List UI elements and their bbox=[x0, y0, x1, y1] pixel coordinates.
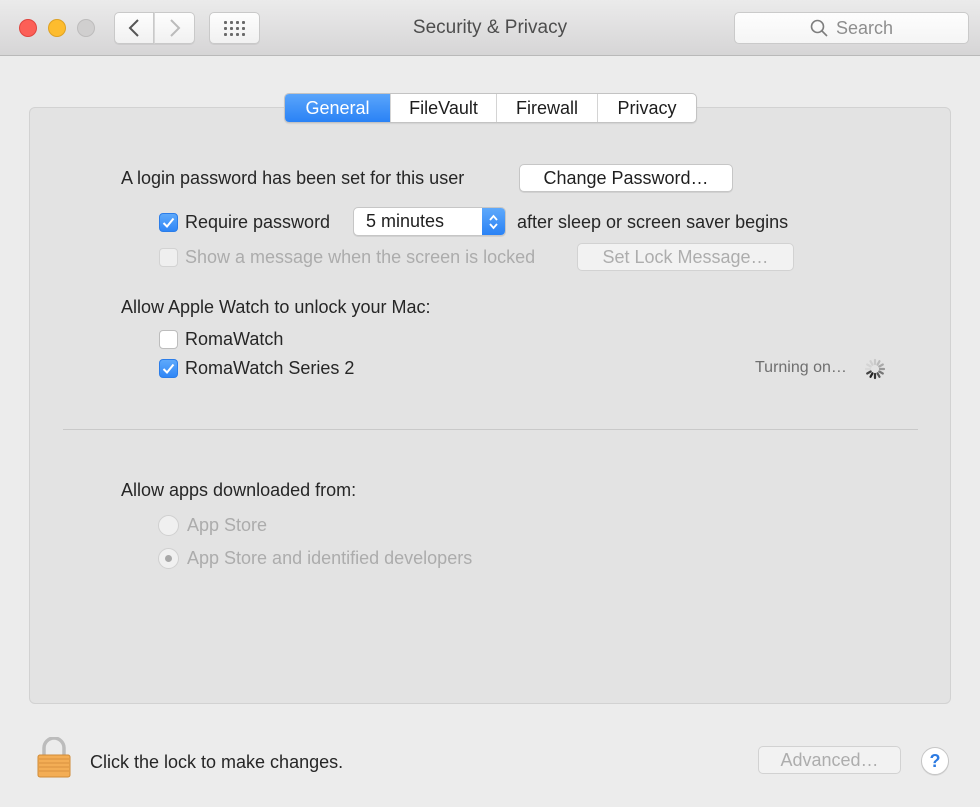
change-password-button[interactable]: Change Password… bbox=[519, 164, 733, 192]
updown-arrows-icon bbox=[482, 208, 505, 235]
apple-watch-heading: Allow Apple Watch to unlock your Mac: bbox=[121, 297, 431, 317]
romawatch-series2-checkbox[interactable] bbox=[159, 359, 178, 378]
require-password-checkbox[interactable] bbox=[159, 213, 178, 232]
tab-firewall[interactable]: Firewall bbox=[496, 94, 597, 122]
downloads-heading: Allow apps downloaded from: bbox=[121, 480, 357, 500]
require-password-label: Require password bbox=[185, 212, 331, 232]
search-placeholder: Search bbox=[835, 17, 894, 38]
set-lock-message-button[interactable]: Set Lock Message… bbox=[577, 243, 794, 271]
loading-spinner-icon bbox=[864, 358, 886, 380]
advanced-button[interactable]: Advanced… bbox=[758, 746, 901, 774]
search-icon bbox=[810, 19, 828, 37]
show-message-label: Show a message when the screen is locked bbox=[185, 247, 536, 267]
app-store-label: App Store bbox=[187, 515, 268, 535]
require-password-suffix: after sleep or screen saver begins bbox=[517, 212, 789, 232]
radio-selected-dot bbox=[165, 555, 172, 562]
tab-privacy[interactable]: Privacy bbox=[597, 94, 696, 122]
identified-developers-radio[interactable] bbox=[158, 548, 179, 569]
help-button[interactable]: ? bbox=[921, 747, 949, 775]
search-input[interactable]: Search bbox=[734, 12, 969, 44]
identified-developers-label: App Store and identified developers bbox=[187, 548, 473, 568]
password-delay-value: 5 minutes bbox=[366, 211, 445, 231]
checkmark-icon bbox=[162, 217, 175, 228]
lock-instruction-text: Click the lock to make changes. bbox=[90, 752, 344, 772]
tab-filevault[interactable]: FileVault bbox=[390, 94, 496, 122]
tab-bar: General FileVault Firewall Privacy bbox=[284, 93, 697, 123]
app-store-radio[interactable] bbox=[158, 515, 179, 536]
lock-icon[interactable] bbox=[36, 737, 72, 779]
romawatch-label: RomaWatch bbox=[185, 329, 284, 349]
watch-status-text: Turning on… bbox=[755, 359, 847, 376]
general-panel bbox=[29, 107, 951, 704]
romawatch-checkbox[interactable] bbox=[159, 330, 178, 349]
section-divider bbox=[63, 429, 918, 430]
checkmark-icon bbox=[162, 363, 175, 374]
login-password-text: A login password has been set for this u… bbox=[121, 168, 465, 188]
show-message-checkbox[interactable] bbox=[159, 248, 178, 267]
romawatch-series2-label: RomaWatch Series 2 bbox=[185, 358, 355, 378]
tab-general[interactable]: General bbox=[285, 94, 390, 122]
title-bar: Security & Privacy Search bbox=[0, 0, 980, 56]
password-delay-select[interactable]: 5 minutes bbox=[353, 207, 506, 236]
